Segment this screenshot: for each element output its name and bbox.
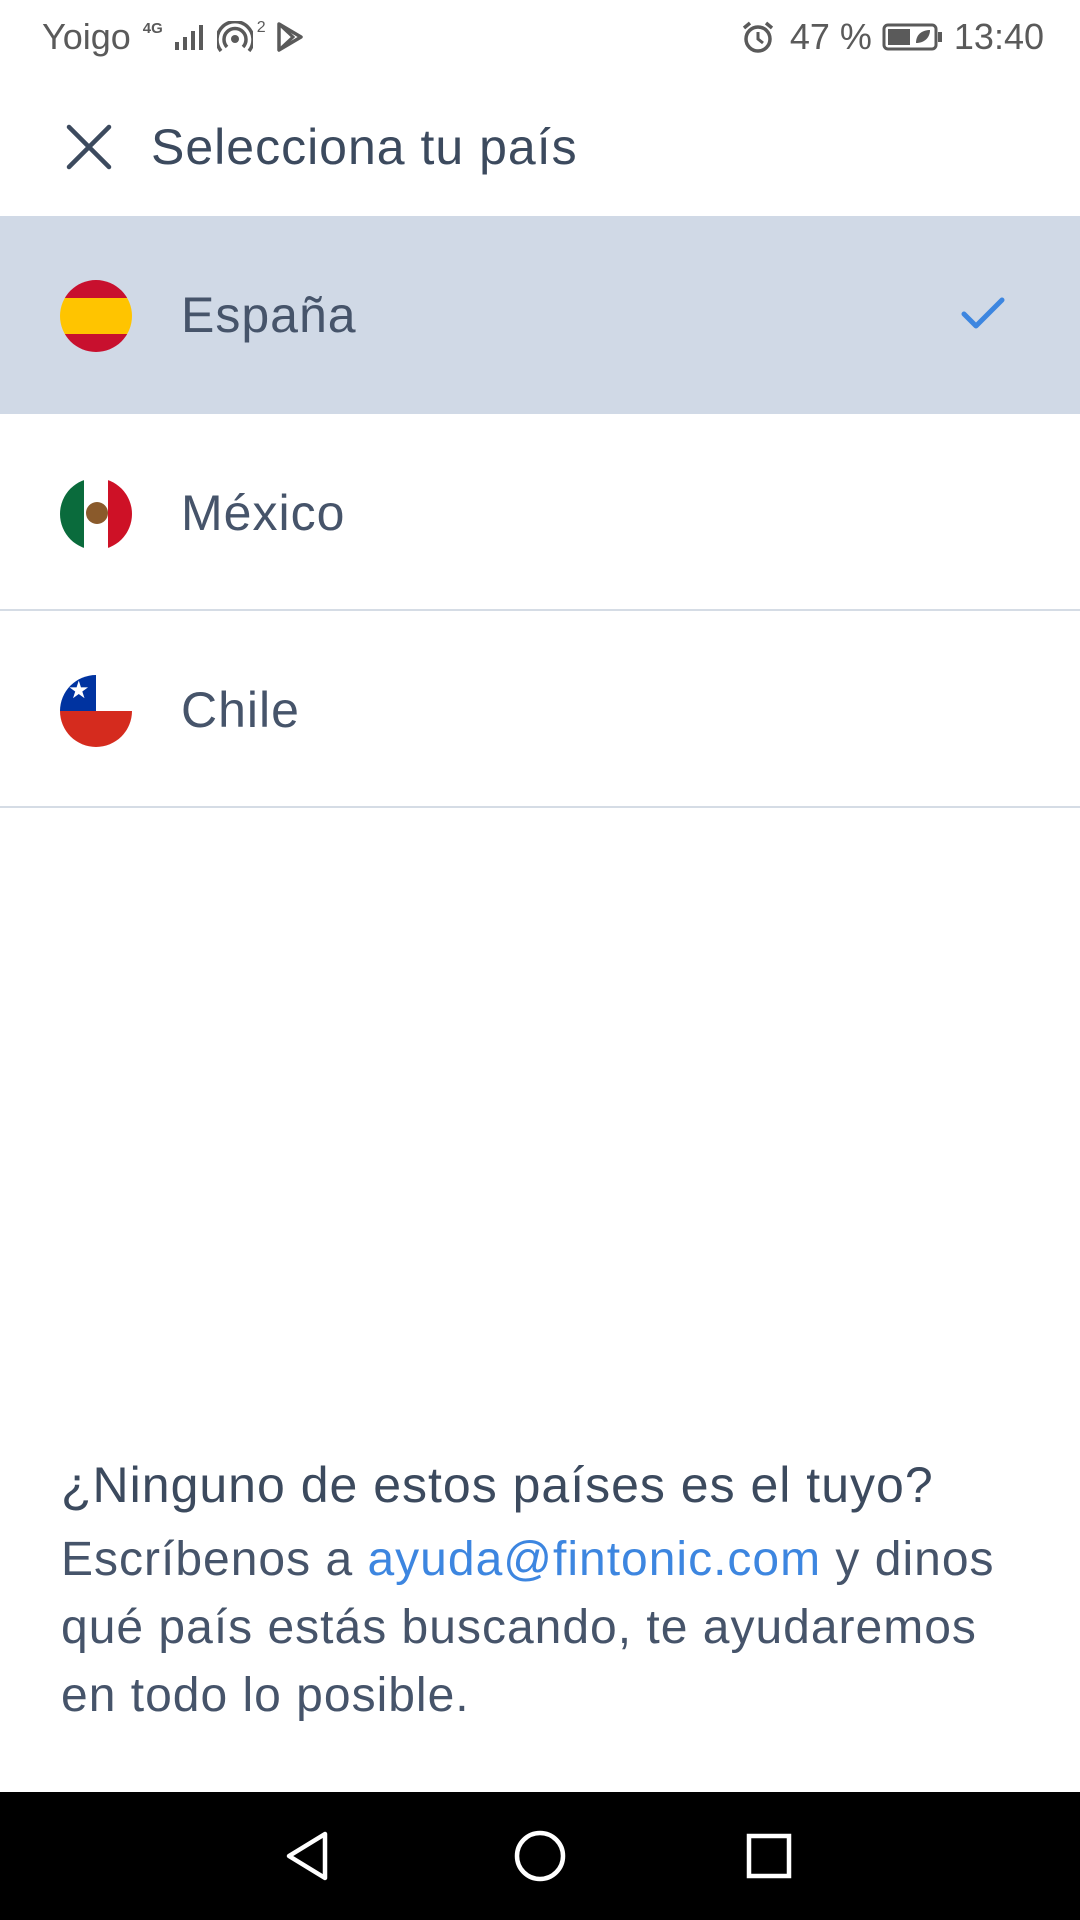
battery-icon bbox=[882, 23, 942, 51]
signal-icon bbox=[174, 25, 203, 50]
home-button[interactable] bbox=[510, 1826, 570, 1886]
help-title: ¿Ninguno de estos países es el tuyo? bbox=[61, 1457, 934, 1513]
close-icon bbox=[66, 124, 112, 170]
carrier-name: Yoigo bbox=[42, 16, 131, 57]
play-store-icon bbox=[276, 22, 303, 52]
alarm-icon bbox=[742, 21, 773, 53]
battery-percent: 47 % bbox=[789, 16, 872, 57]
home-icon bbox=[514, 1830, 566, 1882]
support-email-link[interactable]: ayuda@fintonic.com bbox=[367, 1533, 821, 1586]
star-icon: ★ bbox=[68, 677, 90, 704]
country-name: México bbox=[181, 485, 346, 541]
help-text: Escríbenos a ayuda@fintonic.com y dinos … bbox=[61, 1526, 1021, 1730]
back-button[interactable] bbox=[278, 1826, 338, 1886]
country-item-spain[interactable]: España bbox=[0, 216, 1080, 414]
recents-button[interactable] bbox=[739, 1826, 799, 1886]
clock: 13:40 bbox=[953, 16, 1044, 57]
country-list: España México ★ Chile bbox=[0, 216, 1080, 808]
help-section: ¿Ninguno de estos países es el tuyo? Esc… bbox=[61, 1450, 1021, 1730]
header: Selecciona tu país bbox=[0, 74, 1080, 216]
help-text-before: Escríbenos a bbox=[61, 1533, 368, 1586]
page-title: Selecciona tu país bbox=[151, 119, 578, 175]
country-item-chile[interactable]: ★ Chile bbox=[0, 611, 1080, 808]
status-left: Yoigo 4G 2 bbox=[42, 16, 304, 58]
navigation-bar bbox=[0, 1792, 1080, 1920]
back-icon bbox=[286, 1831, 328, 1881]
country-name: España bbox=[181, 287, 357, 343]
spain-flag-icon bbox=[60, 280, 132, 352]
country-selection-screen: Yoigo 4G 2 47 % 13:40 Selecciona tu país… bbox=[0, 0, 1080, 1920]
mexico-emblem bbox=[86, 502, 108, 524]
recents-icon bbox=[746, 1833, 792, 1879]
hotspot-icon bbox=[216, 21, 253, 53]
mexico-flag-icon bbox=[60, 478, 132, 550]
country-name: Chile bbox=[181, 682, 300, 738]
network-type: 4G bbox=[142, 19, 163, 37]
checkmark-icon bbox=[961, 297, 1005, 329]
hotspot-count: 2 bbox=[256, 19, 266, 36]
status-bar: Yoigo 4G 2 47 % 13:40 bbox=[0, 0, 1080, 74]
close-button[interactable] bbox=[60, 118, 118, 176]
status-right: 47 % 13:40 bbox=[740, 16, 1044, 58]
chile-flag-icon: ★ bbox=[60, 675, 132, 747]
country-item-mexico[interactable]: México bbox=[0, 414, 1080, 611]
